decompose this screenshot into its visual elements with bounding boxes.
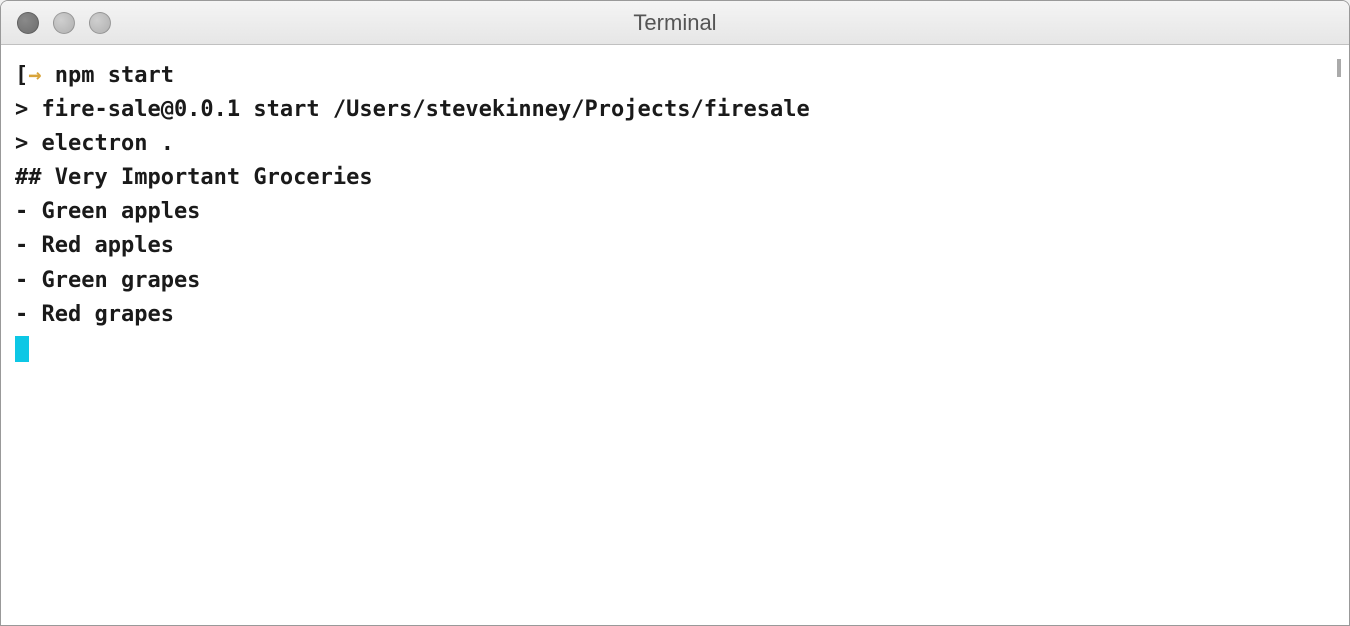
prompt-arrow-icon: → [28,63,41,88]
terminal-line-output: - Red apples [15,229,1335,263]
maximize-button[interactable] [89,12,111,34]
terminal-line-output: - Green grapes [15,264,1335,298]
window-title: Terminal [633,10,716,36]
traffic-lights [1,12,111,34]
close-button[interactable] [17,12,39,34]
terminal-command-line: [→ npm start [15,59,1335,93]
title-bar[interactable]: Terminal [1,1,1349,45]
terminal-window: Terminal [→ npm start> fire-sale@0.0.1 s… [0,0,1350,626]
cursor-icon [15,336,29,362]
terminal-line-output: - Green apples [15,195,1335,229]
terminal-line-output: > electron . [15,127,1335,161]
terminal-line-output: > fire-sale@0.0.1 start /Users/stevekinn… [15,93,1335,127]
terminal-content[interactable]: [→ npm start> fire-sale@0.0.1 start /Use… [1,45,1349,625]
bracket-left: [ [15,63,28,88]
terminal-line-output: ## Very Important Groceries [15,161,1335,195]
terminal-line-output: - Red grapes [15,298,1335,332]
minimize-button[interactable] [53,12,75,34]
command-text: npm start [55,63,174,88]
